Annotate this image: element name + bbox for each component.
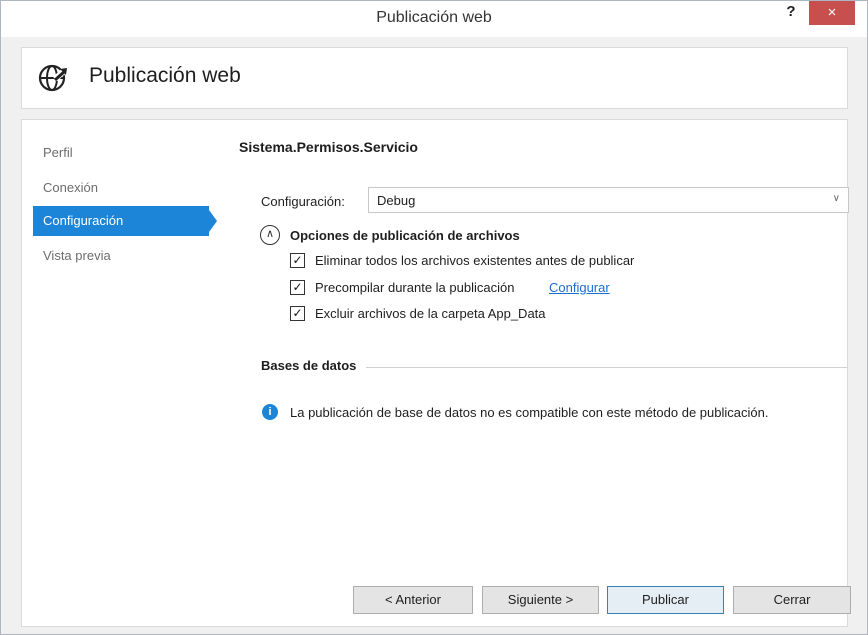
nav-item-perfil[interactable]: Perfil — [1, 138, 161, 168]
close-window-button[interactable]: × — [809, 1, 855, 25]
delete-existing-checkbox[interactable]: ✓ — [290, 253, 305, 268]
close-button[interactable]: Cerrar — [733, 586, 851, 614]
next-button[interactable]: Siguiente > — [482, 586, 599, 614]
delete-existing-label: Eliminar todos los archivos existentes a… — [315, 253, 635, 268]
configure-link[interactable]: Configurar — [549, 280, 610, 295]
precompile-label: Precompilar durante la publicación — [315, 280, 515, 295]
exclude-app-data-checkbox[interactable]: ✓ — [290, 306, 305, 321]
databases-title: Bases de datos — [261, 358, 357, 373]
configuration-value: Debug — [377, 193, 416, 208]
help-button[interactable]: ? — [777, 3, 805, 25]
header-panel: Publicación web — [21, 47, 848, 109]
collapse-icon[interactable]: ∧ — [260, 225, 280, 245]
nav-item-vista-previa[interactable]: Vista previa — [1, 241, 161, 271]
publish-button[interactable]: Publicar — [607, 586, 724, 614]
title-bar[interactable]: Publicación web ? × — [1, 1, 867, 37]
file-options-title: Opciones de publicación de archivos — [290, 228, 520, 243]
window-title: Publicación web — [376, 9, 492, 26]
configuration-select[interactable]: Debug ∨ — [368, 187, 849, 213]
chevron-down-icon: ∨ — [832, 193, 840, 204]
globe-publish-icon — [38, 64, 72, 92]
previous-button[interactable]: < Anterior — [353, 586, 473, 614]
precompile-checkbox[interactable]: ✓ — [290, 280, 305, 295]
project-name: Sistema.Permisos.Servicio — [239, 139, 418, 155]
databases-info-text: La publicación de base de datos no es co… — [290, 405, 769, 420]
info-icon: i — [262, 404, 278, 420]
exclude-app-data-label: Excluir archivos de la carpeta App_Data — [315, 306, 546, 321]
nav-item-configuracion[interactable]: Configuración — [33, 206, 217, 236]
publish-dialog: Publicación web ? × Publicación web Perf… — [0, 0, 868, 635]
header-title: Publicación web — [89, 64, 241, 87]
nav-item-conexion[interactable]: Conexión — [1, 173, 161, 203]
section-divider — [366, 367, 847, 368]
configuration-label: Configuración: — [261, 194, 345, 209]
